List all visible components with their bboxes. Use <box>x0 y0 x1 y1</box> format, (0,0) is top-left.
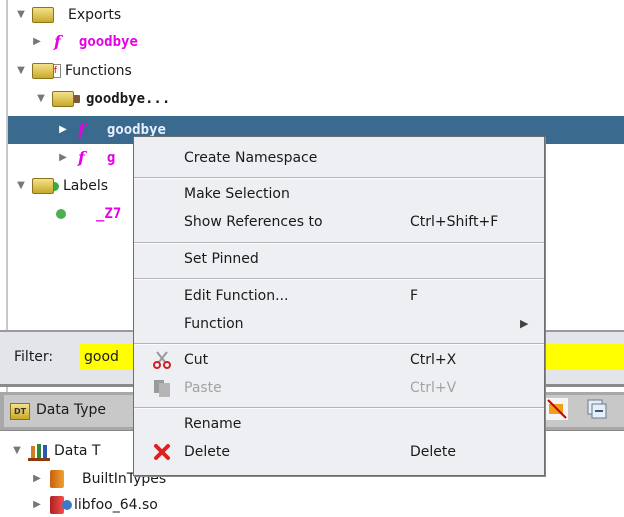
collapse-triangle-icon[interactable]: ▶ <box>30 467 44 491</box>
menu-item-set-pinned[interactable]: Set Pinned <box>134 245 544 273</box>
thunk-function-icon: f <box>78 120 85 139</box>
collapse-triangle-icon[interactable]: ▶ <box>56 118 70 142</box>
menu-item-cut[interactable]: Cut Ctrl+X <box>134 346 544 374</box>
menu-item-make-selection[interactable]: Make Selection <box>134 180 544 208</box>
menu-item-show-references[interactable]: Show References to Ctrl+Shift+F <box>134 208 544 236</box>
tree-node-namespace-goodbye[interactable]: ▼ goodbye... <box>34 87 170 111</box>
dt-node-root[interactable]: ▼ Data T <box>10 439 100 463</box>
data-type-manager-title: Data Type <box>36 402 107 418</box>
accelerator: Delete <box>410 444 456 460</box>
folder-open-icon <box>32 7 54 23</box>
context-menu: Create Namespace Make Selection Show Ref… <box>133 136 545 476</box>
delete-x-icon <box>152 443 172 461</box>
menu-separator <box>134 278 544 280</box>
menu-separator <box>134 407 544 409</box>
menu-separator <box>134 177 544 179</box>
menu-item-paste[interactable]: Paste Ctrl+V <box>134 374 544 402</box>
label-dot-icon <box>56 209 66 219</box>
accelerator: Ctrl+Shift+F <box>410 214 499 230</box>
menu-separator <box>134 343 544 345</box>
filter-label: Filter: <box>14 349 54 365</box>
accelerator: F <box>410 288 419 304</box>
scissors-icon <box>152 351 172 369</box>
function-icon: f <box>78 148 85 167</box>
tree-node-function-g[interactable]: ▶ f g <box>56 146 115 170</box>
expand-triangle-icon[interactable]: ▼ <box>34 87 48 111</box>
function-icon: f <box>54 32 61 51</box>
tree-node-labels[interactable]: ▼ Labels <box>14 174 108 198</box>
filter-disabled-icon[interactable] <box>546 398 568 420</box>
paste-icon <box>152 379 172 397</box>
labels-folder-icon <box>32 178 54 194</box>
expand-triangle-icon[interactable]: ▼ <box>14 59 28 83</box>
accelerator: Ctrl+X <box>410 352 457 368</box>
collapse-all-icon[interactable] <box>586 398 608 420</box>
submenu-arrow-icon: ▶ <box>520 317 529 330</box>
bookshelf-icon <box>28 442 50 461</box>
expand-triangle-icon[interactable]: ▼ <box>10 439 24 463</box>
namespace-folder-icon <box>52 91 74 107</box>
checkmark-badge-icon <box>62 500 72 510</box>
expand-triangle-icon[interactable]: ▼ <box>14 174 28 198</box>
menu-item-edit-function[interactable]: Edit Function... F <box>134 282 544 310</box>
expand-triangle-icon[interactable]: ▼ <box>14 3 28 27</box>
collapse-triangle-icon[interactable]: ▶ <box>56 146 70 170</box>
tree-node-export-goodbye[interactable]: ▶ f goodbye <box>30 30 138 54</box>
menu-item-function-submenu[interactable]: Function ▶ <box>134 310 544 338</box>
menu-separator <box>134 242 544 244</box>
data-type-folder-icon: DT <box>10 403 30 420</box>
menu-item-rename[interactable]: Rename <box>134 410 544 438</box>
menu-item-create-namespace[interactable]: Create Namespace <box>134 144 544 172</box>
collapse-triangle-icon[interactable]: ▶ <box>30 493 44 517</box>
menu-item-delete[interactable]: Delete Delete <box>134 438 544 466</box>
tree-node-functions[interactable]: ▼ f Functions <box>14 59 132 83</box>
accelerator: Ctrl+V <box>410 380 457 396</box>
collapse-triangle-icon[interactable]: ▶ <box>30 30 44 54</box>
book-icon <box>50 470 64 488</box>
dt-node-program[interactable]: ▶ libfoo_64.so <box>30 493 158 517</box>
tree-node-label-z7[interactable]: _Z7 <box>56 202 121 226</box>
tree-node-exports[interactable]: ▼ Exports <box>14 3 121 27</box>
functions-folder-icon <box>32 63 54 79</box>
